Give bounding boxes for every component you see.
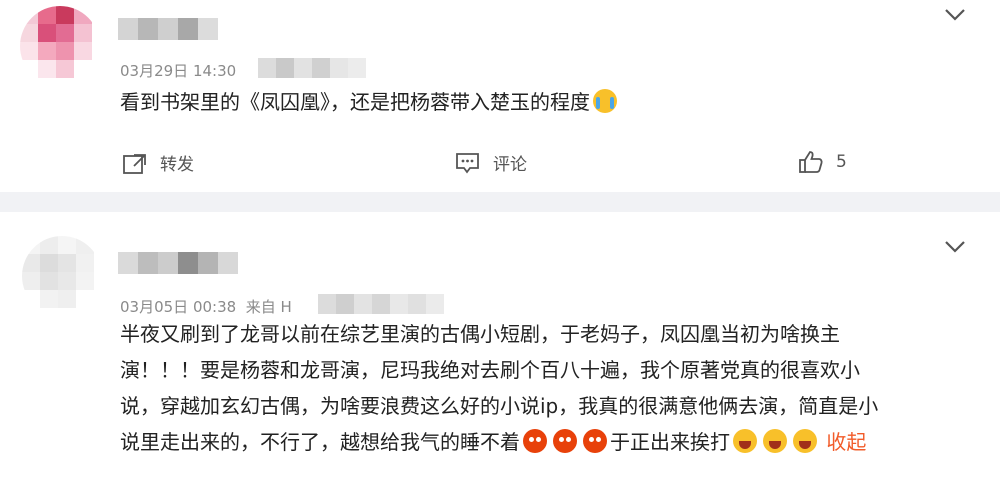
comment-line: 说，穿越加玄幻古偶，为啥要浪费这么好的小说ip，我真的很满意他俩去演，简直是小 [120, 394, 879, 418]
angry-emoji-icon [583, 429, 607, 453]
source-blurred [318, 294, 444, 314]
chevron-down-icon[interactable] [944, 240, 966, 254]
avatar[interactable] [20, 6, 100, 86]
avatar[interactable] [22, 236, 102, 316]
comment-line: 演！！！要是杨蓉和龙哥演，尼玛我绝对去刷个百八十遍，我个原著党真的很喜欢小 [120, 358, 860, 382]
thumbs-up-icon [799, 151, 823, 173]
source-blurred [258, 58, 366, 78]
comment-source: 来自 H [245, 298, 292, 316]
username-blurred[interactable] [118, 18, 218, 40]
comment-line: 说里走出来的，不行了，越想给我气的睡不着 [120, 430, 520, 454]
collapse-link[interactable]: 收起 [826, 430, 866, 454]
comment-card-1: 03月29日 14:30 看到书架里的《凤囚凰》，还是把杨蓉带入楚玉的程度 转发… [0, 0, 1000, 192]
like-count: 5 [836, 152, 847, 172]
repost-icon [123, 153, 146, 174]
comment-card-2: 03月05日 00:38 来自 H 半夜又刷到了龙哥以前在综艺里演的古偶小短剧，… [0, 212, 1000, 492]
angry-emoji-icon [553, 429, 577, 453]
repost-label: 转发 [160, 155, 194, 175]
comment-line: 半夜又刷到了龙哥以前在综艺里演的古偶小短剧，于老妈子，凤囚凰当初为啥换主 [120, 322, 840, 346]
comment-label: 评论 [493, 155, 527, 175]
username-blurred[interactable] [118, 252, 238, 274]
chevron-down-icon[interactable] [944, 8, 966, 22]
comment-text: 看到书架里的《凤囚凰》，还是把杨蓉带入楚玉的程度 [120, 84, 920, 120]
comment-icon [456, 152, 479, 173]
sob-emoji-icon [733, 429, 757, 453]
angry-emoji-icon [523, 429, 547, 453]
comment-button[interactable]: 评论 [455, 150, 527, 175]
comment-time: 03月29日 14:30 [120, 62, 237, 80]
comment-line-tail: 于正出来挨打 [610, 430, 730, 454]
comment-time: 03月05日 00:38 来自 H [120, 298, 292, 316]
sob-emoji-icon [793, 429, 817, 453]
repost-button[interactable]: 转发 [122, 150, 194, 175]
like-button[interactable]: 5 [798, 150, 847, 174]
crying-emoji-icon [593, 89, 617, 113]
sob-emoji-icon [763, 429, 787, 453]
comment-text: 半夜又刷到了龙哥以前在综艺里演的古偶小短剧，于老妈子，凤囚凰当初为啥换主 演！！… [120, 316, 980, 460]
